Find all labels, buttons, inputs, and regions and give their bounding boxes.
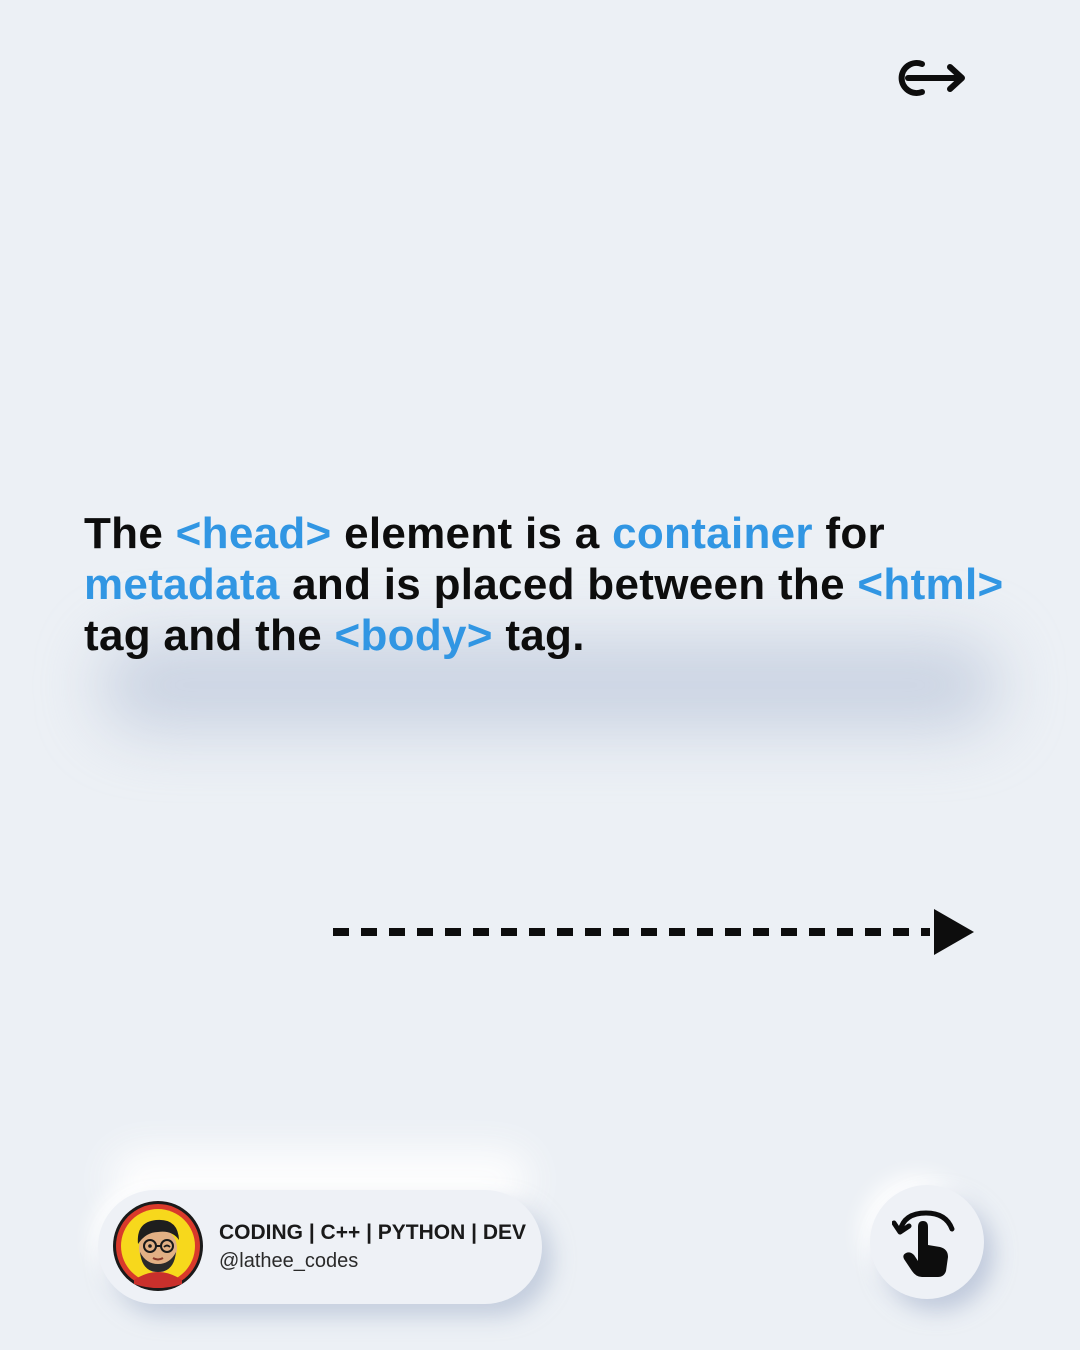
share-arrow-icon[interactable] — [886, 52, 970, 104]
highlight-container: container — [612, 509, 813, 558]
text-segment: and is placed between the — [279, 560, 858, 609]
text-segment: element is a — [331, 509, 613, 558]
text-segment: The — [84, 509, 176, 558]
profile-title: CODING | C++ | PYTHON | DEV — [219, 1221, 527, 1244]
swipe-button[interactable] — [870, 1185, 984, 1299]
swipe-hand-icon — [892, 1210, 955, 1277]
profile-card[interactable]: CODING | C++ | PYTHON | DEV @lathee_code… — [98, 1190, 542, 1304]
text-segment: tag and the — [84, 611, 335, 660]
highlight-metadata: metadata — [84, 560, 280, 609]
main-text: The <head> element is a container for me… — [84, 508, 1064, 661]
highlight-html-tag: <html> — [857, 560, 1004, 609]
dotted-arrow-right-icon[interactable] — [330, 905, 980, 961]
highlight-head-tag: <head> — [175, 509, 332, 558]
profile-handle[interactable]: @lathee_codes — [219, 1250, 358, 1273]
avatar — [113, 1201, 203, 1291]
highlight-body-tag: <body> — [334, 611, 493, 660]
text-segment: tag. — [492, 611, 585, 660]
text-segment: for — [812, 509, 885, 558]
